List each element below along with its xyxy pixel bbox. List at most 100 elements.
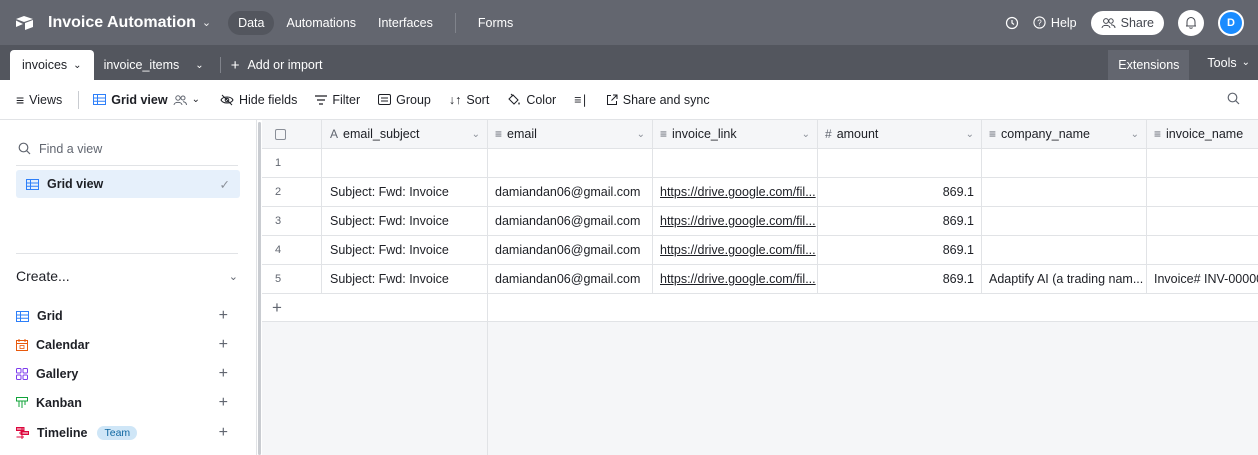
column-title: email [507, 127, 537, 141]
tools-button[interactable]: Tools ⌄ [1207, 56, 1250, 70]
column-header-amount[interactable]: # amount ⌄ [818, 120, 982, 149]
plus-icon[interactable]: + [219, 336, 228, 354]
create-timeline-view[interactable]: Timeline Team + [16, 423, 228, 443]
add-or-import-button[interactable]: + Add or import [231, 50, 323, 80]
select-all-cell[interactable] [262, 120, 322, 149]
cell-company-name[interactable]: Adaptify AI (a trading nam... [982, 265, 1147, 294]
invoice-link[interactable]: https://drive.google.com/fil... [660, 272, 816, 286]
chevron-down-icon[interactable]: ⌄ [637, 129, 645, 140]
cell-amount[interactable]: 869.1 [818, 236, 982, 265]
cell-invoice-name[interactable] [1147, 207, 1258, 236]
sidebar-view-grid-view[interactable]: Grid view ✓ [16, 170, 240, 198]
table-row[interactable]: 4 Subject: Fwd: Invoice damiandan06@gmai… [262, 236, 1258, 265]
invoice-link[interactable]: https://drive.google.com/fil... [660, 243, 816, 257]
create-grid-view[interactable]: Grid + [16, 306, 228, 326]
cell-invoice-link[interactable]: https://drive.google.com/fil... [653, 178, 818, 207]
cell-invoice-link[interactable] [653, 149, 818, 178]
share-and-sync-button[interactable]: Share and sync [606, 93, 710, 107]
cell-company-name[interactable] [982, 178, 1147, 207]
create-gallery-view[interactable]: Gallery + [16, 364, 228, 384]
chevron-down-icon[interactable]: ⌄ [472, 129, 480, 140]
cell-invoice-link[interactable]: https://drive.google.com/fil... [653, 265, 818, 294]
cell-invoice-link[interactable]: https://drive.google.com/fil... [653, 207, 818, 236]
table-row[interactable]: 5 Subject: Fwd: Invoice damiandan06@gmai… [262, 265, 1258, 294]
cell-amount[interactable]: 869.1 [818, 207, 982, 236]
cell-invoice-name[interactable]: Invoice# INV-00000 [1147, 265, 1258, 294]
notifications-button[interactable] [1178, 9, 1204, 36]
avatar[interactable]: D [1218, 9, 1244, 36]
invoice-link[interactable]: https://drive.google.com/fil... [660, 185, 816, 199]
cell-email[interactable] [488, 149, 653, 178]
help-button[interactable]: ? Help [1033, 16, 1077, 30]
plus-icon[interactable]: + [219, 307, 228, 325]
cell-amount[interactable]: 869.1 [818, 265, 982, 294]
row-height-button[interactable]: ≡∣ [574, 92, 588, 107]
cell-invoice-link[interactable]: https://drive.google.com/fil... [653, 236, 818, 265]
extensions-button[interactable]: Extensions [1108, 50, 1190, 80]
cell-email[interactable]: damiandan06@gmail.com [488, 178, 653, 207]
find-view-input[interactable]: Find a view [16, 132, 238, 166]
resize-grip[interactable] [258, 122, 261, 455]
history-icon[interactable] [1005, 16, 1019, 30]
chevron-down-icon[interactable]: ⌄ [966, 129, 974, 140]
nav-data[interactable]: Data [228, 10, 275, 35]
create-kanban-view[interactable]: Kanban + [16, 393, 228, 413]
hide-fields-button[interactable]: Hide fields [220, 93, 297, 107]
plus-icon[interactable]: + [219, 365, 228, 383]
cell-email-subject[interactable]: Subject: Fwd: Invoice [322, 265, 488, 294]
select-all-checkbox[interactable] [275, 128, 286, 140]
cell-email[interactable]: damiandan06@gmail.com [488, 236, 653, 265]
group-button[interactable]: Group [378, 93, 431, 107]
cell-company-name[interactable] [982, 236, 1147, 265]
header-row: Aemail_subject ⌄ ≡ email ⌄ ≡ invoice_link … [262, 120, 1258, 149]
add-record-button[interactable]: + [262, 294, 488, 322]
table-row[interactable]: 1 [262, 149, 1258, 178]
tab-invoices[interactable]: invoices ⌄ [10, 50, 94, 80]
nav-automations[interactable]: Automations [276, 11, 365, 35]
nav-forms[interactable]: Forms [468, 11, 523, 35]
tables-menu-button[interactable]: ⌄ [189, 50, 209, 80]
invoice-link[interactable]: https://drive.google.com/fil... [660, 214, 816, 228]
cell-company-name[interactable] [982, 207, 1147, 236]
filter-button[interactable]: Filter [315, 93, 360, 107]
frozen-column-divider [487, 120, 488, 455]
color-button[interactable]: Color [507, 93, 556, 107]
base-name-menu[interactable]: Invoice Automation ⌄ [48, 14, 211, 32]
views-toggle-button[interactable]: ≡ Views [16, 92, 62, 108]
add-record-row[interactable] [488, 294, 1258, 322]
cell-amount[interactable]: 869.1 [818, 178, 982, 207]
nav-interfaces[interactable]: Interfaces [368, 11, 443, 35]
cell-email-subject[interactable]: Subject: Fwd: Invoice [322, 236, 488, 265]
cell-amount[interactable] [818, 149, 982, 178]
create-calendar-view[interactable]: Calendar + [16, 335, 228, 355]
cell-invoice-name[interactable] [1147, 236, 1258, 265]
chevron-down-icon: ⌄ [195, 59, 204, 71]
plus-icon[interactable]: + [219, 394, 228, 412]
column-header-company-name[interactable]: ≡ company_name ⌄ [982, 120, 1147, 149]
column-header-invoice-name[interactable]: ≡ invoice_name [1147, 120, 1258, 149]
column-header-email-subject[interactable]: Aemail_subject ⌄ [322, 120, 488, 149]
column-header-email[interactable]: ≡ email ⌄ [488, 120, 653, 149]
table-row[interactable]: 3 Subject: Fwd: Invoice damiandan06@gmai… [262, 207, 1258, 236]
share-button[interactable]: Share [1090, 10, 1164, 35]
chevron-down-icon[interactable]: ⌄ [73, 60, 81, 71]
tab-invoice-items[interactable]: invoice_items [94, 50, 190, 80]
cell-email[interactable]: damiandan06@gmail.com [488, 207, 653, 236]
create-view-section[interactable]: Create... ⌄ [16, 268, 238, 284]
cell-invoice-name[interactable] [1147, 149, 1258, 178]
cell-email-subject[interactable] [322, 149, 488, 178]
view-switcher-button[interactable]: Grid view ⌄ [93, 93, 200, 107]
cell-email-subject[interactable]: Subject: Fwd: Invoice [322, 178, 488, 207]
chevron-down-icon[interactable]: ⌄ [802, 129, 810, 140]
plus-icon[interactable]: + [219, 424, 228, 442]
table-row[interactable]: 2 Subject: Fwd: Invoice damiandan06@gmai… [262, 178, 1258, 207]
cell-email-subject[interactable]: Subject: Fwd: Invoice [322, 207, 488, 236]
sort-button[interactable]: ↓↑ Sort [449, 93, 489, 107]
cell-company-name[interactable] [982, 149, 1147, 178]
search-icon[interactable] [1227, 92, 1240, 105]
column-header-invoice-link[interactable]: ≡ invoice_link ⌄ [653, 120, 818, 149]
airtable-logo-icon[interactable] [15, 13, 35, 33]
chevron-down-icon[interactable]: ⌄ [1131, 129, 1139, 140]
cell-invoice-name[interactable] [1147, 178, 1258, 207]
cell-email[interactable]: damiandan06@gmail.com [488, 265, 653, 294]
